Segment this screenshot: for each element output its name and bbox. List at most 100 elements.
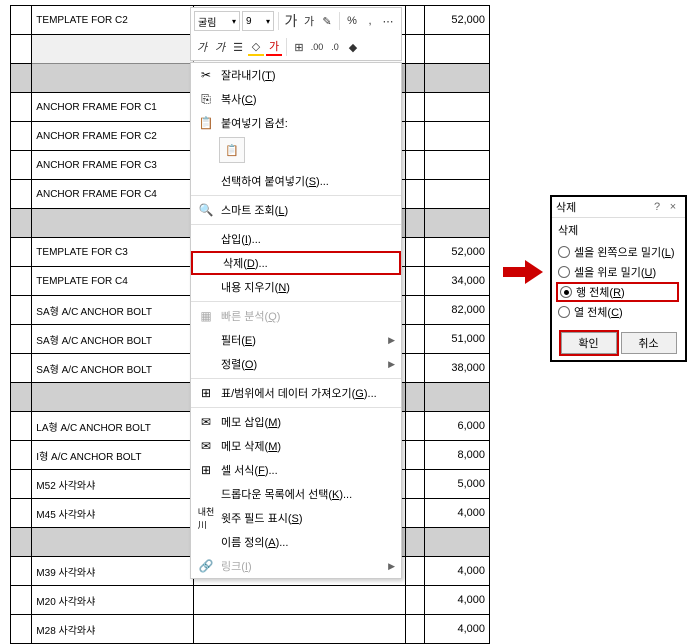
menu-cut[interactable]: ✂ 잘라내기(T) — [191, 63, 401, 87]
increase-font-icon[interactable]: 가 — [283, 13, 299, 29]
item-label[interactable]: ANCHOR FRAME FOR C3 — [32, 151, 193, 180]
menu-format-cells[interactable]: ⊞ 셀 서식(F)... — [191, 458, 401, 482]
menu-paste-special[interactable]: 선택하여 붙여넣기(S)... — [191, 169, 401, 193]
item-label[interactable]: ANCHOR FRAME FOR C4 — [32, 180, 193, 209]
menu-get-data[interactable]: ⊞ 표/범위에서 데이터 가져오기(G)... — [191, 381, 401, 405]
item-label[interactable]: ANCHOR FRAME FOR C1 — [32, 93, 193, 122]
paste-icon: 📋 — [197, 115, 215, 131]
item-value[interactable] — [425, 209, 490, 238]
item-value[interactable] — [425, 528, 490, 557]
item-label[interactable] — [32, 528, 193, 557]
fill-color-icon[interactable]: ◇ — [248, 38, 264, 56]
item-label[interactable]: LA형 A/C ANCHOR BOLT — [32, 412, 193, 441]
item-label[interactable]: M39 사각와샤 — [32, 557, 193, 586]
item-label[interactable]: TEMPLATE FOR C2 — [32, 6, 193, 35]
item-label[interactable]: M45 사각와샤 — [32, 499, 193, 528]
item-value[interactable]: 6,000 — [425, 412, 490, 441]
menu-dropdown-select[interactable]: 드롭다운 목록에서 선택(K)... — [191, 482, 401, 506]
item-value[interactable] — [425, 122, 490, 151]
item-label[interactable] — [32, 35, 193, 64]
item-label[interactable]: SA형 A/C ANCHOR BOLT — [32, 325, 193, 354]
menu-quick-analysis: ▦ 빠른 분석(Q) — [191, 304, 401, 328]
item-value[interactable]: 8,000 — [425, 441, 490, 470]
decimal-increase-icon[interactable]: .0 — [327, 39, 343, 55]
item-label[interactable]: I형 A/C ANCHOR BOLT — [32, 441, 193, 470]
radio-shift-left[interactable]: 셀을 왼쪽으로 밀기(L) — [558, 242, 679, 262]
item-label[interactable]: M28 사각와샤 — [32, 615, 193, 644]
item-value[interactable]: 34,000 — [425, 267, 490, 296]
menu-delete[interactable]: 삭제(D)... — [191, 251, 401, 275]
mini-toolbar: 굴림▾ 9▾ 가 가 ✎ % , ⋯ 가 가 ☰ ◇ 가 ⊞ .00 .0 ◆ — [190, 7, 402, 61]
decrease-font-icon[interactable]: 가 — [301, 13, 317, 29]
cancel-button[interactable]: 취소 — [621, 332, 677, 354]
copy-icon: ⎘ — [197, 91, 215, 107]
item-value[interactable]: 5,000 — [425, 470, 490, 499]
font-selector[interactable]: 굴림▾ — [194, 11, 240, 31]
comma-icon[interactable]: , — [362, 13, 378, 29]
borders-icon[interactable]: ⊞ — [291, 39, 307, 55]
menu-filter[interactable]: 필터(E) ▶ — [191, 328, 401, 352]
decimal-decrease-icon[interactable]: .00 — [309, 39, 325, 55]
help-button[interactable]: ? — [649, 201, 665, 213]
memo-delete-icon: ✉ — [197, 438, 215, 454]
percent-icon[interactable]: % — [344, 13, 360, 29]
item-label[interactable]: SA형 A/C ANCHOR BOLT — [32, 354, 193, 383]
item-value[interactable]: 52,000 — [425, 6, 490, 35]
format-painter-icon[interactable]: ✎ — [319, 13, 335, 29]
memo-icon: ✉ — [197, 414, 215, 430]
item-value[interactable] — [425, 383, 490, 412]
submenu-arrow-icon: ▶ — [388, 359, 395, 370]
menu-phonetic[interactable]: 내천川 윗주 필드 표시(S) — [191, 506, 401, 530]
menu-insert-memo[interactable]: ✉ 메모 삽입(M) — [191, 410, 401, 434]
bold-icon[interactable]: 가 — [194, 39, 210, 55]
item-value[interactable]: 4,000 — [425, 557, 490, 586]
menu-clear[interactable]: 내용 지우기(N) — [191, 275, 401, 299]
item-value[interactable]: 38,000 — [425, 354, 490, 383]
item-label[interactable]: TEMPLATE FOR C3 — [32, 238, 193, 267]
item-value[interactable]: 52,000 — [425, 238, 490, 267]
italic-icon[interactable]: 가 — [212, 39, 228, 55]
radio-entire-column[interactable]: 열 전체(C) — [558, 302, 679, 322]
border-icon[interactable]: ☰ — [230, 39, 246, 55]
item-label[interactable] — [32, 64, 193, 93]
item-label[interactable]: M52 사각와샤 — [32, 470, 193, 499]
item-value[interactable] — [425, 35, 490, 64]
menu-sort[interactable]: 정렬(O) ▶ — [191, 352, 401, 376]
radio-shift-up[interactable]: 셀을 위로 밀기(U) — [558, 262, 679, 282]
item-value[interactable]: 51,000 — [425, 325, 490, 354]
item-label[interactable] — [32, 209, 193, 238]
item-value[interactable] — [425, 151, 490, 180]
menu-smart-lookup[interactable]: 🔍 스마트 조회(L) — [191, 198, 401, 222]
close-button[interactable]: × — [665, 201, 681, 213]
item-label[interactable]: ANCHOR FRAME FOR C2 — [32, 122, 193, 151]
item-value[interactable]: 4,000 — [425, 586, 490, 615]
item-value[interactable]: 4,000 — [425, 499, 490, 528]
cut-icon: ✂ — [197, 67, 215, 83]
item-label[interactable]: SA형 A/C ANCHOR BOLT — [32, 296, 193, 325]
item-value[interactable] — [425, 180, 490, 209]
radio-icon — [558, 266, 570, 278]
item-label[interactable]: TEMPLATE FOR C4 — [32, 267, 193, 296]
item-value[interactable] — [425, 64, 490, 93]
radio-entire-row[interactable]: 행 전체(R) — [556, 282, 679, 302]
table-row[interactable]: M28 사각와샤 4,000 — [11, 615, 490, 644]
table-row[interactable]: M20 사각와샤 4,000 — [11, 586, 490, 615]
item-label[interactable]: M20 사각와샤 — [32, 586, 193, 615]
paste-option-clipboard[interactable]: 📋 — [219, 137, 245, 163]
menu-link: 🔗 링크(I) ▶ — [191, 554, 401, 578]
item-value[interactable]: 82,000 — [425, 296, 490, 325]
menu-delete-memo[interactable]: ✉ 메모 삭제(M) — [191, 434, 401, 458]
menu-insert[interactable]: 삽입(I)... — [191, 227, 401, 251]
more-icon[interactable]: ⋯ — [380, 13, 396, 29]
magnifier-icon: 🔍 — [197, 202, 215, 218]
menu-paste-options: 📋 붙여넣기 옵션: — [191, 111, 401, 135]
ok-button[interactable]: 확인 — [561, 332, 617, 354]
clear-format-icon[interactable]: ◆ — [345, 39, 361, 55]
menu-copy[interactable]: ⎘ 복사(C) — [191, 87, 401, 111]
menu-define-name[interactable]: 이름 정의(A)... — [191, 530, 401, 554]
item-value[interactable] — [425, 93, 490, 122]
item-value[interactable]: 4,000 — [425, 615, 490, 644]
font-color-icon[interactable]: 가 — [266, 38, 282, 56]
item-label[interactable] — [32, 383, 193, 412]
font-size-selector[interactable]: 9▾ — [242, 11, 274, 31]
